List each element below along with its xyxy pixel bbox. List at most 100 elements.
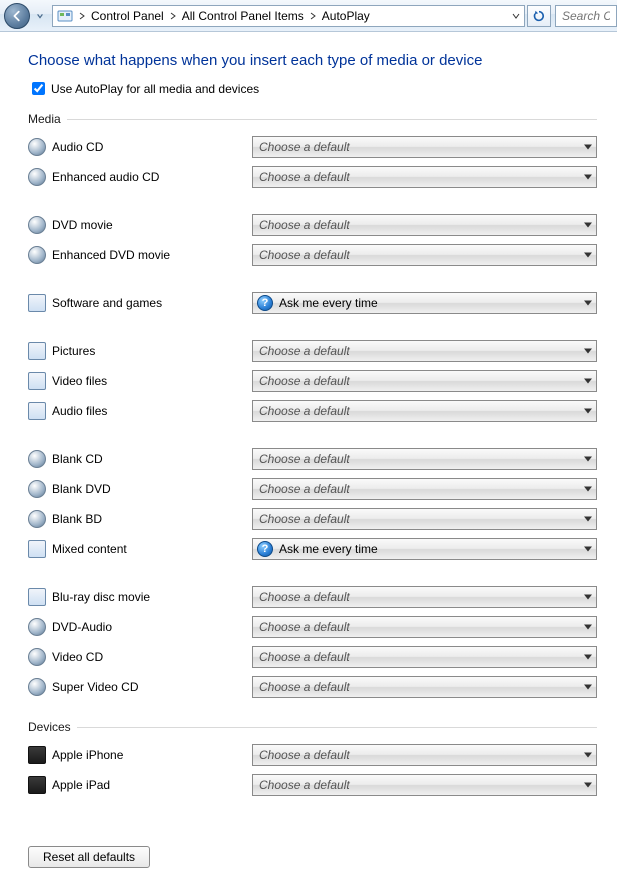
media-row: Super Video CDChoose a default: [28, 672, 597, 702]
device-icon: [28, 746, 46, 764]
media-label: Super Video CD: [52, 680, 252, 694]
chevron-down-icon: [584, 487, 592, 492]
media-row: Enhanced audio CD Choose a default: [28, 162, 597, 192]
page-title: Choose what happens when you insert each…: [28, 52, 597, 69]
action-dropdown[interactable]: Choose a default: [252, 508, 597, 530]
chevron-right-icon[interactable]: [168, 12, 178, 20]
media-row: Video CD Choose a default: [28, 642, 597, 672]
square-icon: [28, 372, 46, 390]
action-dropdown[interactable]: Choose a default: [252, 616, 597, 638]
control-panel-icon: [57, 8, 73, 24]
refresh-icon: [532, 9, 546, 23]
action-dropdown[interactable]: Choose a default: [252, 400, 597, 422]
dropdown-value: Choose a default: [259, 512, 350, 526]
dropdown-value: Choose a default: [259, 650, 350, 664]
disc-icon: [28, 678, 46, 696]
disc-icon: [28, 138, 46, 156]
media-row: Mixed content?Ask me every time: [28, 534, 597, 564]
action-dropdown[interactable]: Choose a default: [252, 744, 597, 766]
media-row: Pictures Choose a default: [28, 336, 597, 366]
dropdown-value: Choose a default: [259, 452, 350, 466]
square-icon: [28, 294, 46, 312]
media-label: Pictures: [52, 344, 252, 358]
dropdown-value: Choose a default: [259, 170, 350, 184]
breadcrumb-all-items[interactable]: All Control Panel Items: [178, 6, 308, 26]
media-group: Audio CDChoose a defaultEnhanced audio C…: [28, 132, 597, 192]
action-dropdown[interactable]: Choose a default: [252, 136, 597, 158]
chevron-down-icon: [584, 595, 592, 600]
section-title: Media: [28, 112, 61, 126]
action-dropdown[interactable]: Choose a default: [252, 214, 597, 236]
action-dropdown[interactable]: Choose a default: [252, 166, 597, 188]
chevron-down-icon: [584, 349, 592, 354]
media-row: Apple iPhoneChoose a default: [28, 740, 597, 770]
use-autoplay-checkbox[interactable]: [32, 82, 45, 95]
media-row: Video filesChoose a default: [28, 366, 597, 396]
section-header: Devices: [28, 720, 597, 734]
dropdown-value: Choose a default: [259, 620, 350, 634]
breadcrumb[interactable]: Control Panel All Control Panel Items Au…: [52, 5, 525, 27]
square-icon: [28, 342, 46, 360]
action-dropdown[interactable]: Choose a default: [252, 340, 597, 362]
breadcrumb-control-panel[interactable]: Control Panel: [87, 6, 168, 26]
breadcrumb-dropdown[interactable]: [508, 13, 524, 19]
action-dropdown[interactable]: Choose a default: [252, 774, 597, 796]
action-dropdown[interactable]: ?Ask me every time: [252, 292, 597, 314]
search-input[interactable]: [560, 8, 612, 24]
chevron-down-icon: [584, 409, 592, 414]
media-label: DVD movie: [52, 218, 252, 232]
media-label: Apple iPad: [52, 778, 252, 792]
media-label: Blu-ray disc movie: [52, 590, 252, 604]
media-group: Apple iPhoneChoose a defaultApple iPadCh…: [28, 740, 597, 800]
disc-icon: [28, 216, 46, 234]
reset-defaults-button[interactable]: Reset all defaults: [28, 846, 150, 868]
chevron-right-icon[interactable]: [77, 12, 87, 20]
dropdown-value: Ask me every time: [279, 542, 378, 556]
action-dropdown[interactable]: ?Ask me every time: [252, 538, 597, 560]
media-row: Software and games?Ask me every time: [28, 288, 597, 318]
action-dropdown[interactable]: Choose a default: [252, 478, 597, 500]
media-label: Video files: [52, 374, 252, 388]
media-label: DVD-Audio: [52, 620, 252, 634]
forward-button[interactable]: [32, 6, 48, 26]
chevron-down-icon: [584, 457, 592, 462]
chevron-down-icon: [584, 625, 592, 630]
media-row: DVD-Audio Choose a default: [28, 612, 597, 642]
chevron-down-icon: [584, 655, 592, 660]
media-row: Blank DVDChoose a default: [28, 474, 597, 504]
search-box[interactable]: [555, 5, 617, 27]
help-icon: ?: [257, 295, 273, 311]
media-row: Audio filesChoose a default: [28, 396, 597, 426]
disc-icon: [28, 618, 46, 636]
disc-icon: [28, 510, 46, 528]
navigation-bar: Control Panel All Control Panel Items Au…: [0, 0, 617, 32]
media-label: Enhanced DVD movie: [52, 248, 252, 262]
action-dropdown[interactable]: Choose a default: [252, 448, 597, 470]
chevron-right-icon[interactable]: [308, 12, 318, 20]
media-label: Enhanced audio CD: [52, 170, 252, 184]
breadcrumb-autoplay[interactable]: AutoPlay: [318, 6, 374, 26]
chevron-down-icon: [584, 145, 592, 150]
disc-icon: [28, 648, 46, 666]
device-icon: [28, 776, 46, 794]
dropdown-value: Choose a default: [259, 344, 350, 358]
refresh-button[interactable]: [527, 5, 551, 27]
media-label: Mixed content: [52, 542, 252, 556]
action-dropdown[interactable]: Choose a default: [252, 370, 597, 392]
arrow-left-icon: [10, 9, 24, 23]
chevron-down-icon: [512, 13, 520, 19]
back-button[interactable]: [4, 3, 30, 29]
dropdown-value: Choose a default: [259, 778, 350, 792]
media-label: Video CD: [52, 650, 252, 664]
chevron-down-icon: [584, 253, 592, 258]
action-dropdown[interactable]: Choose a default: [252, 586, 597, 608]
action-dropdown[interactable]: Choose a default: [252, 646, 597, 668]
use-autoplay-label: Use AutoPlay for all media and devices: [51, 82, 259, 96]
media-label: Blank DVD: [52, 482, 252, 496]
action-dropdown[interactable]: Choose a default: [252, 244, 597, 266]
disc-icon: [28, 450, 46, 468]
chevron-down-icon: [584, 753, 592, 758]
media-label: Audio files: [52, 404, 252, 418]
action-dropdown[interactable]: Choose a default: [252, 676, 597, 698]
square-icon: [28, 588, 46, 606]
